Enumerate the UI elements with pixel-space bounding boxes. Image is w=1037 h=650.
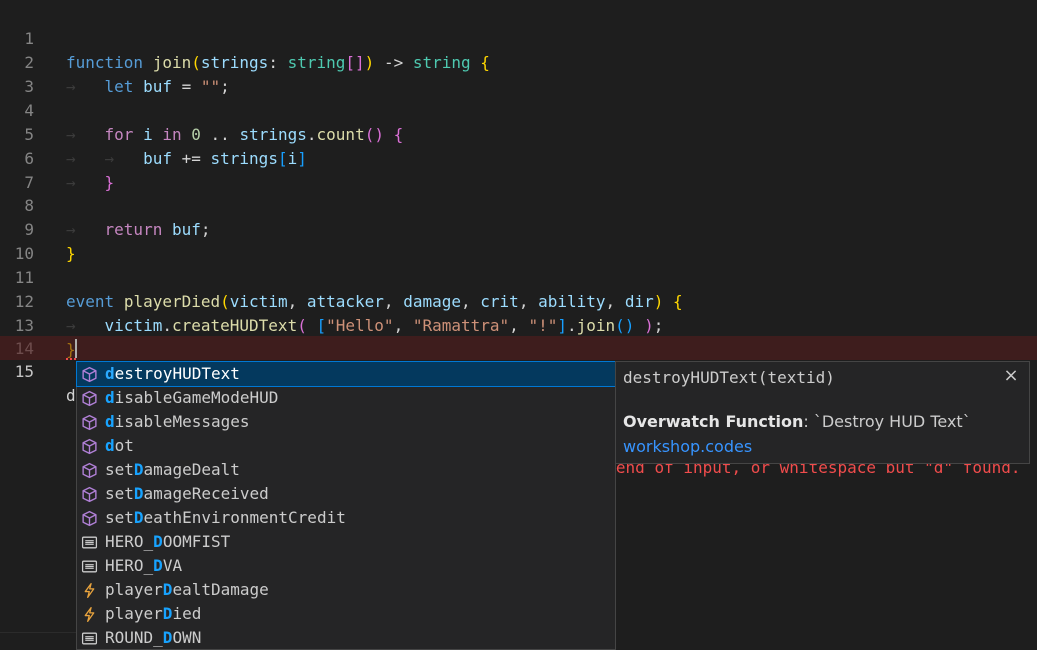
enum-icon: [81, 630, 98, 647]
suggestion-item[interactable]: destroyHUDText: [76, 361, 616, 387]
text-cursor: [75, 339, 77, 358]
suggestion-item[interactable]: setDamageDealt: [77, 458, 615, 482]
cube-icon: [81, 462, 98, 479]
suggestion-item[interactable]: ROUND_DOWN: [77, 626, 615, 650]
doc-label: Overwatch Function: [623, 412, 804, 431]
doc-text: Overwatch Function: `Destroy HUD Text`: [623, 412, 971, 431]
code-line: 1 function join(strings: string[]) -> st…: [0, 3, 1037, 72]
code-line: 11 event playerDied(victim, attacker, da…: [0, 242, 1037, 311]
suggestion-match-highlight: D: [133, 508, 144, 527]
code-line: 4 → for i in 0 .. strings.count() {: [0, 75, 1037, 144]
cube-icon: [81, 414, 98, 431]
suggestion-label-rest: amageDealt: [143, 460, 240, 479]
suggest-widget[interactable]: destroyHUDText disableGameModeHUD disableM…: [76, 361, 616, 650]
enum-icon: [81, 558, 98, 575]
event-icon: [81, 582, 98, 599]
code-line-error[interactable]: 15 d Expected ";", "event", "function", …: [0, 336, 1037, 477]
line-number: 15: [14, 362, 34, 381]
code-line: 6 → }: [0, 123, 1037, 192]
suggestion-label-prefix: set: [105, 508, 134, 527]
suggestion-label-prefix: HERO_: [105, 556, 154, 575]
suggestion-item[interactable]: HERO_DVA: [77, 554, 615, 578]
suggestion-label-prefix: ROUND_: [105, 628, 163, 647]
suggestion-label-prefix: player: [105, 604, 163, 623]
suggestion-match-highlight: d: [105, 388, 115, 407]
code-line: 8 → return buf;: [0, 170, 1037, 239]
suggestion-label-rest: eathEnvironmentCredit: [143, 508, 346, 527]
suggestion-match-highlight: D: [162, 604, 173, 623]
suggestion-label-prefix: set: [105, 484, 134, 503]
cube-icon: [81, 438, 98, 455]
code-line: 10: [0, 218, 1037, 263]
code-line: 2 → let buf = "";: [0, 27, 1037, 96]
suggestion-item[interactable]: setDeathEnvironmentCredit: [77, 506, 615, 530]
suggestion-label-rest: ied: [172, 604, 202, 623]
suggestion-label-rest: estroyHUDText: [114, 364, 240, 383]
suggestion-match-highlight: D: [133, 484, 144, 503]
suggestion-label-rest: ealtDamage: [172, 580, 269, 599]
suggestion-label-rest: amageReceived: [143, 484, 269, 503]
panel-edge: [0, 632, 76, 650]
typed-text: d: [66, 386, 76, 405]
cube-icon: [81, 510, 98, 527]
suggestion-match-highlight: d: [105, 436, 115, 455]
code-line: 7: [0, 147, 1037, 192]
suggestion-match-highlight: d: [105, 364, 115, 383]
suggestion-item[interactable]: setDamageReceived: [77, 482, 615, 506]
event-icon: [81, 606, 98, 623]
code-line: 9 }: [0, 194, 1037, 263]
doc-link[interactable]: workshop.codes: [623, 437, 752, 456]
suggestion-item[interactable]: playerDied: [77, 602, 615, 626]
suggestion-match-highlight: D: [133, 460, 144, 479]
suggestion-label-rest: isableGameModeHUD: [114, 388, 279, 407]
suggestion-match-highlight: D: [153, 556, 163, 575]
suggestion-item[interactable]: HERO_DOOMFIST: [77, 530, 615, 554]
cube-icon: [81, 366, 98, 383]
suggest-details: destroyHUDText(textid) × Overwatch Funct…: [615, 361, 1030, 464]
code-line: 5 → → buf += strings[i]: [0, 99, 1037, 168]
suggestion-match-highlight: D: [162, 628, 173, 647]
suggestion-label-prefix: set: [105, 460, 134, 479]
code-line: 13 }: [0, 290, 1037, 359]
suggestion-label-prefix: HERO_: [105, 532, 154, 551]
suggestion-label-rest: ot: [114, 436, 134, 455]
code-line: 3: [0, 51, 1037, 96]
close-icon[interactable]: ×: [1001, 366, 1021, 386]
suggestion-match-highlight: d: [105, 412, 115, 431]
suggestion-label-rest: VA: [162, 556, 183, 575]
code-line: 14: [0, 313, 1037, 358]
function-signature: destroyHUDText(textid): [623, 368, 835, 387]
suggestion-item[interactable]: playerDealtDamage: [77, 578, 615, 602]
enum-icon: [81, 534, 98, 551]
code-line: 12 → victim.createHUDText( ["Hello", "Ra…: [0, 266, 1037, 335]
suggestion-label-rest: isableMessages: [114, 412, 250, 431]
doc-description: : `Destroy HUD Text`: [803, 412, 971, 431]
suggestion-label-prefix: player: [105, 580, 163, 599]
suggestion-match-highlight: D: [162, 580, 173, 599]
suggestion-item[interactable]: disableMessages: [77, 410, 615, 434]
suggestion-label-rest: OOMFIST: [162, 532, 231, 551]
cube-icon: [81, 486, 98, 503]
suggestion-label-rest: OWN: [172, 628, 202, 647]
suggestion-item[interactable]: disableGameModeHUD: [77, 386, 615, 410]
suggestion-match-highlight: D: [153, 532, 163, 551]
suggestion-item[interactable]: dot: [77, 434, 615, 458]
cube-icon: [81, 390, 98, 407]
